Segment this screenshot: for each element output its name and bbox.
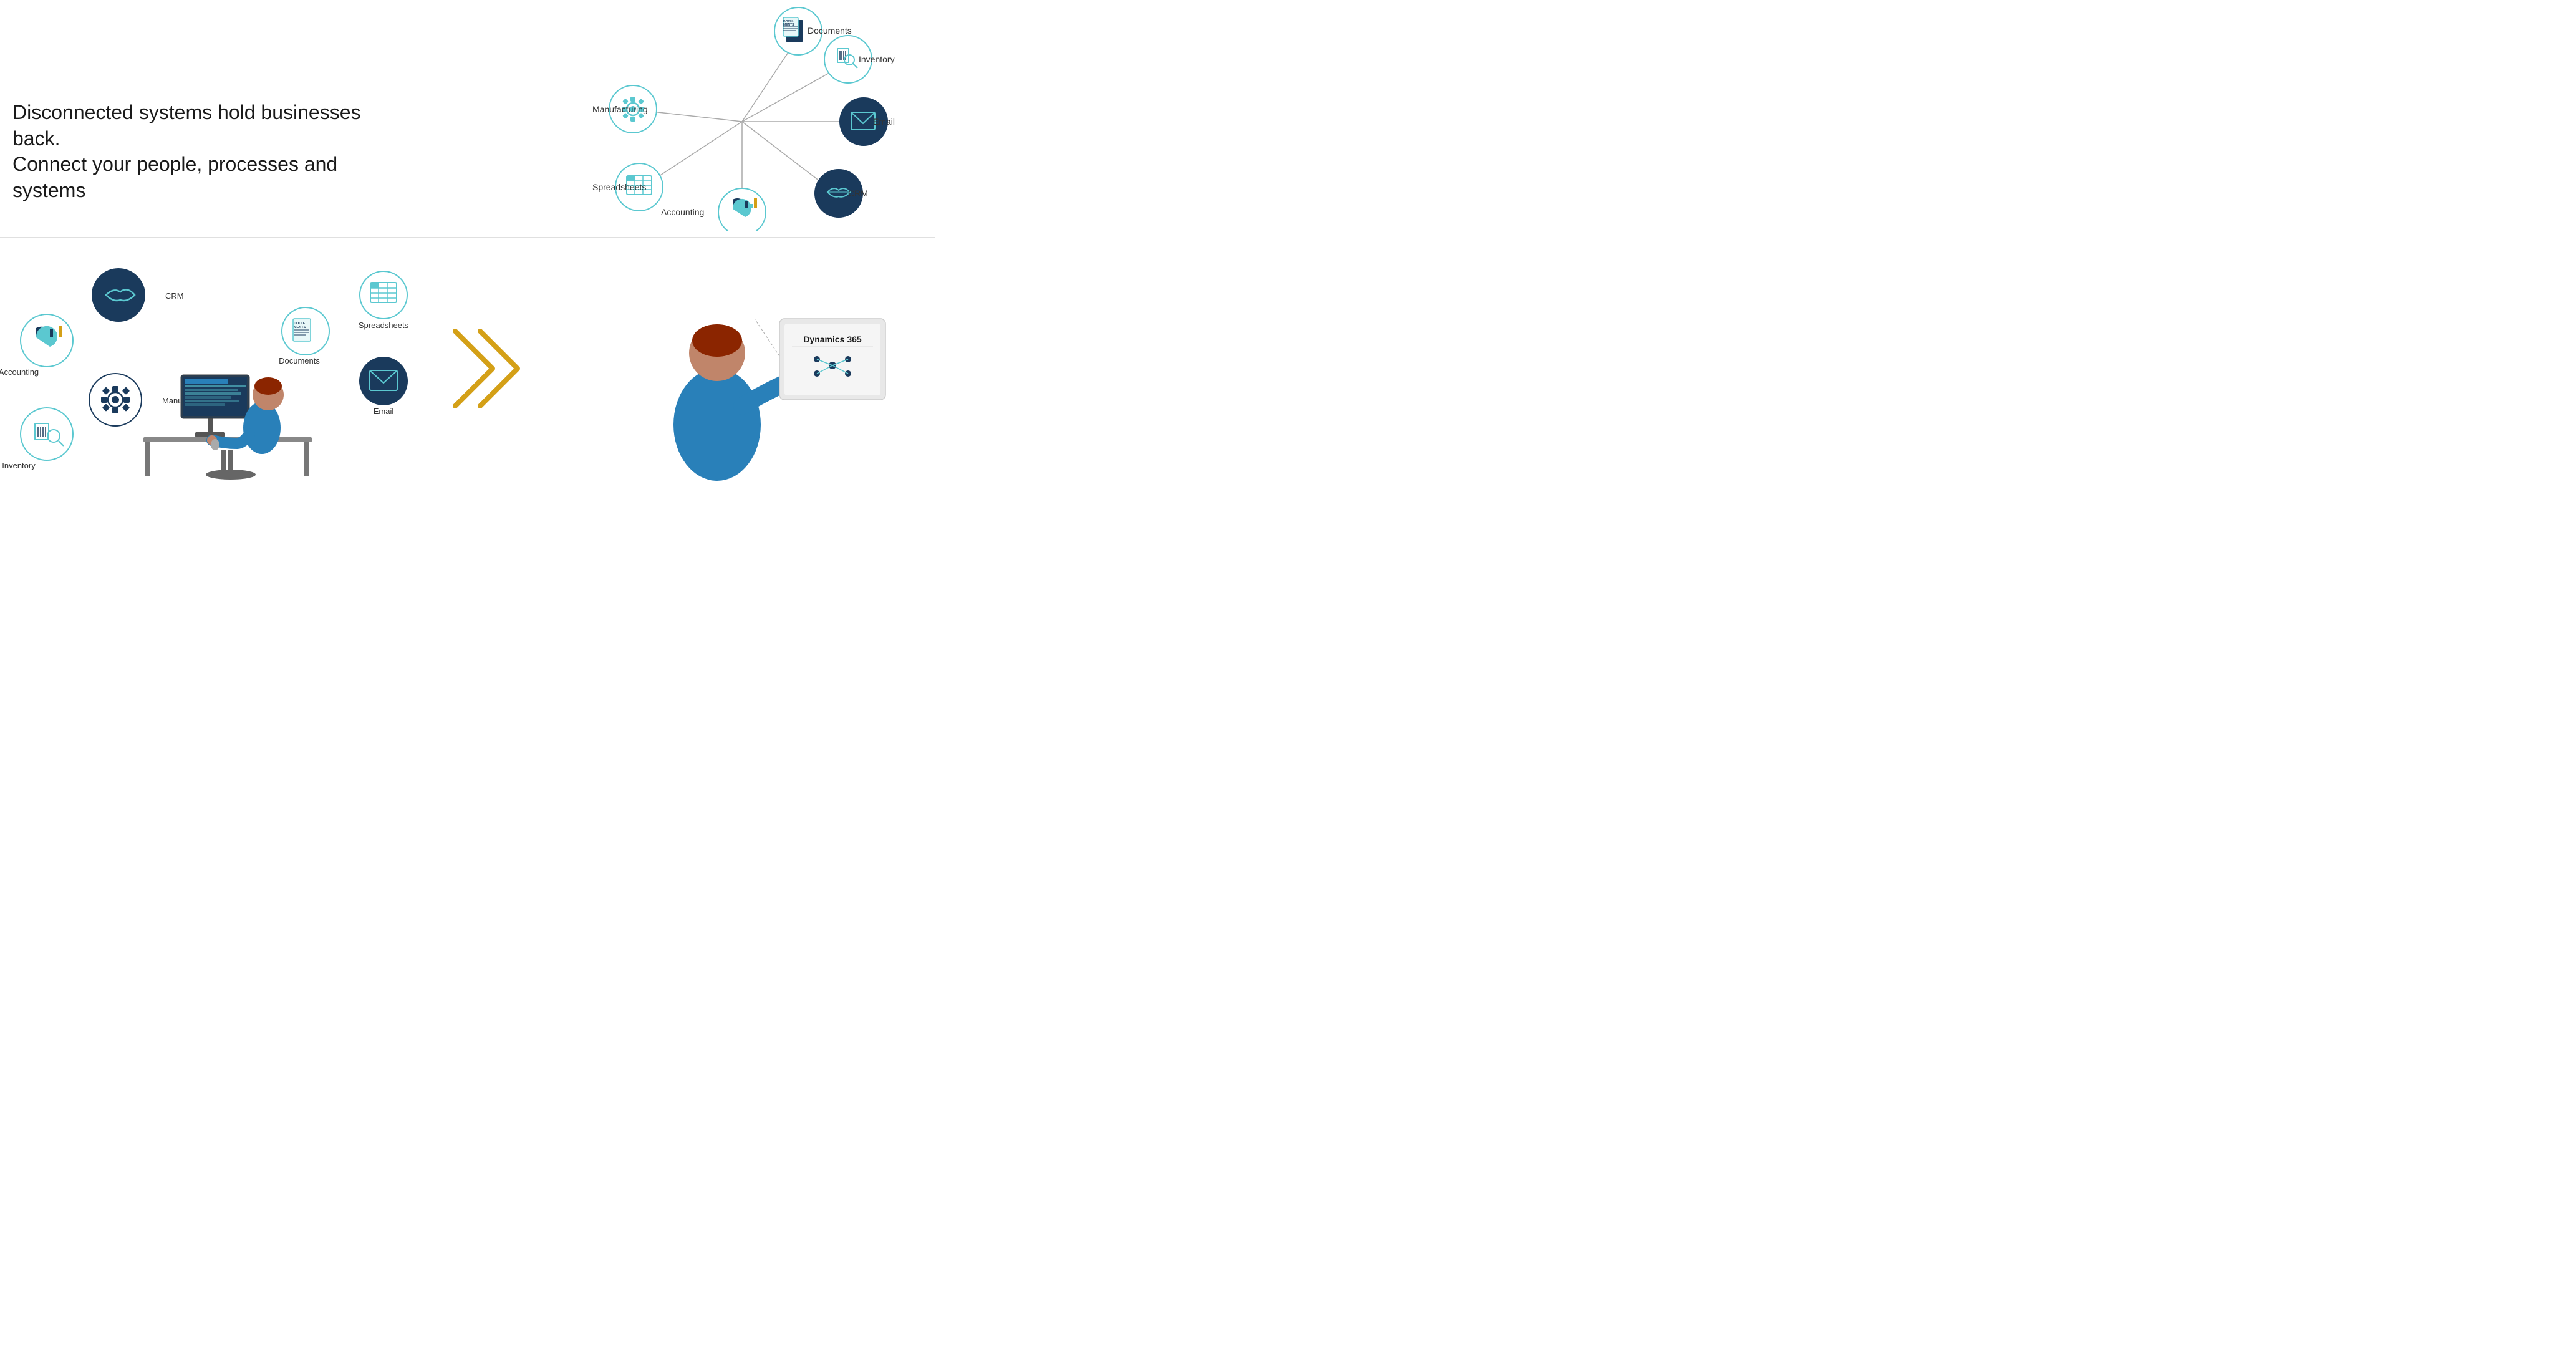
- bl-label-accounting: Accounting: [0, 367, 39, 377]
- headline-text: Disconnected systems hold businesses bac…: [12, 100, 362, 203]
- left-illustration: Accounting CRM Manufacturing: [0, 250, 437, 487]
- bl-label-crm: CRM: [165, 291, 184, 301]
- right-svg: Dynamics 365: [592, 250, 904, 487]
- page: Disconnected systems hold businesses bac…: [0, 0, 935, 499]
- headline: Disconnected systems hold businesses bac…: [12, 100, 362, 203]
- label-documents: Documents: [808, 26, 852, 36]
- svg-text:MENTS: MENTS: [294, 326, 306, 329]
- bottom-section: Accounting CRM Manufacturing: [0, 237, 935, 499]
- d365-title: Dynamics 365: [803, 334, 862, 344]
- label-crm-top: CRM: [848, 188, 868, 198]
- label-email-top: Email: [873, 117, 895, 127]
- top-circle-diagram: DOCU- MENTS Documents Inventory: [586, 6, 898, 231]
- bl-label-inventory: Inventory: [2, 461, 36, 470]
- arrow-section: [437, 250, 561, 487]
- top-section: Disconnected systems hold businesses bac…: [0, 0, 935, 237]
- bl-label-documents: Documents: [279, 356, 320, 365]
- headline-line1: Disconnected systems hold businesses bac…: [12, 101, 361, 150]
- bl-label-email: Email: [374, 407, 394, 416]
- svg-text:MENTS: MENTS: [783, 23, 794, 27]
- chevron-arrow: [443, 306, 555, 431]
- bl-label-spreadsheets: Spreadsheets: [359, 321, 409, 330]
- label-spreadsheets-top: Spreadsheets: [592, 182, 646, 192]
- label-manufacturing-top: Manufacturing: [592, 104, 648, 114]
- label-accounting-top: Accounting: [661, 207, 704, 217]
- left-svg: Accounting CRM Manufacturing: [0, 250, 437, 487]
- label-inventory-top: Inventory: [859, 54, 895, 64]
- headline-line2: Connect your people, processes and syste…: [12, 153, 337, 201]
- diagram-svg: DOCU- MENTS Documents Inventory: [586, 6, 898, 231]
- right-illustration: Dynamics 365: [561, 250, 935, 487]
